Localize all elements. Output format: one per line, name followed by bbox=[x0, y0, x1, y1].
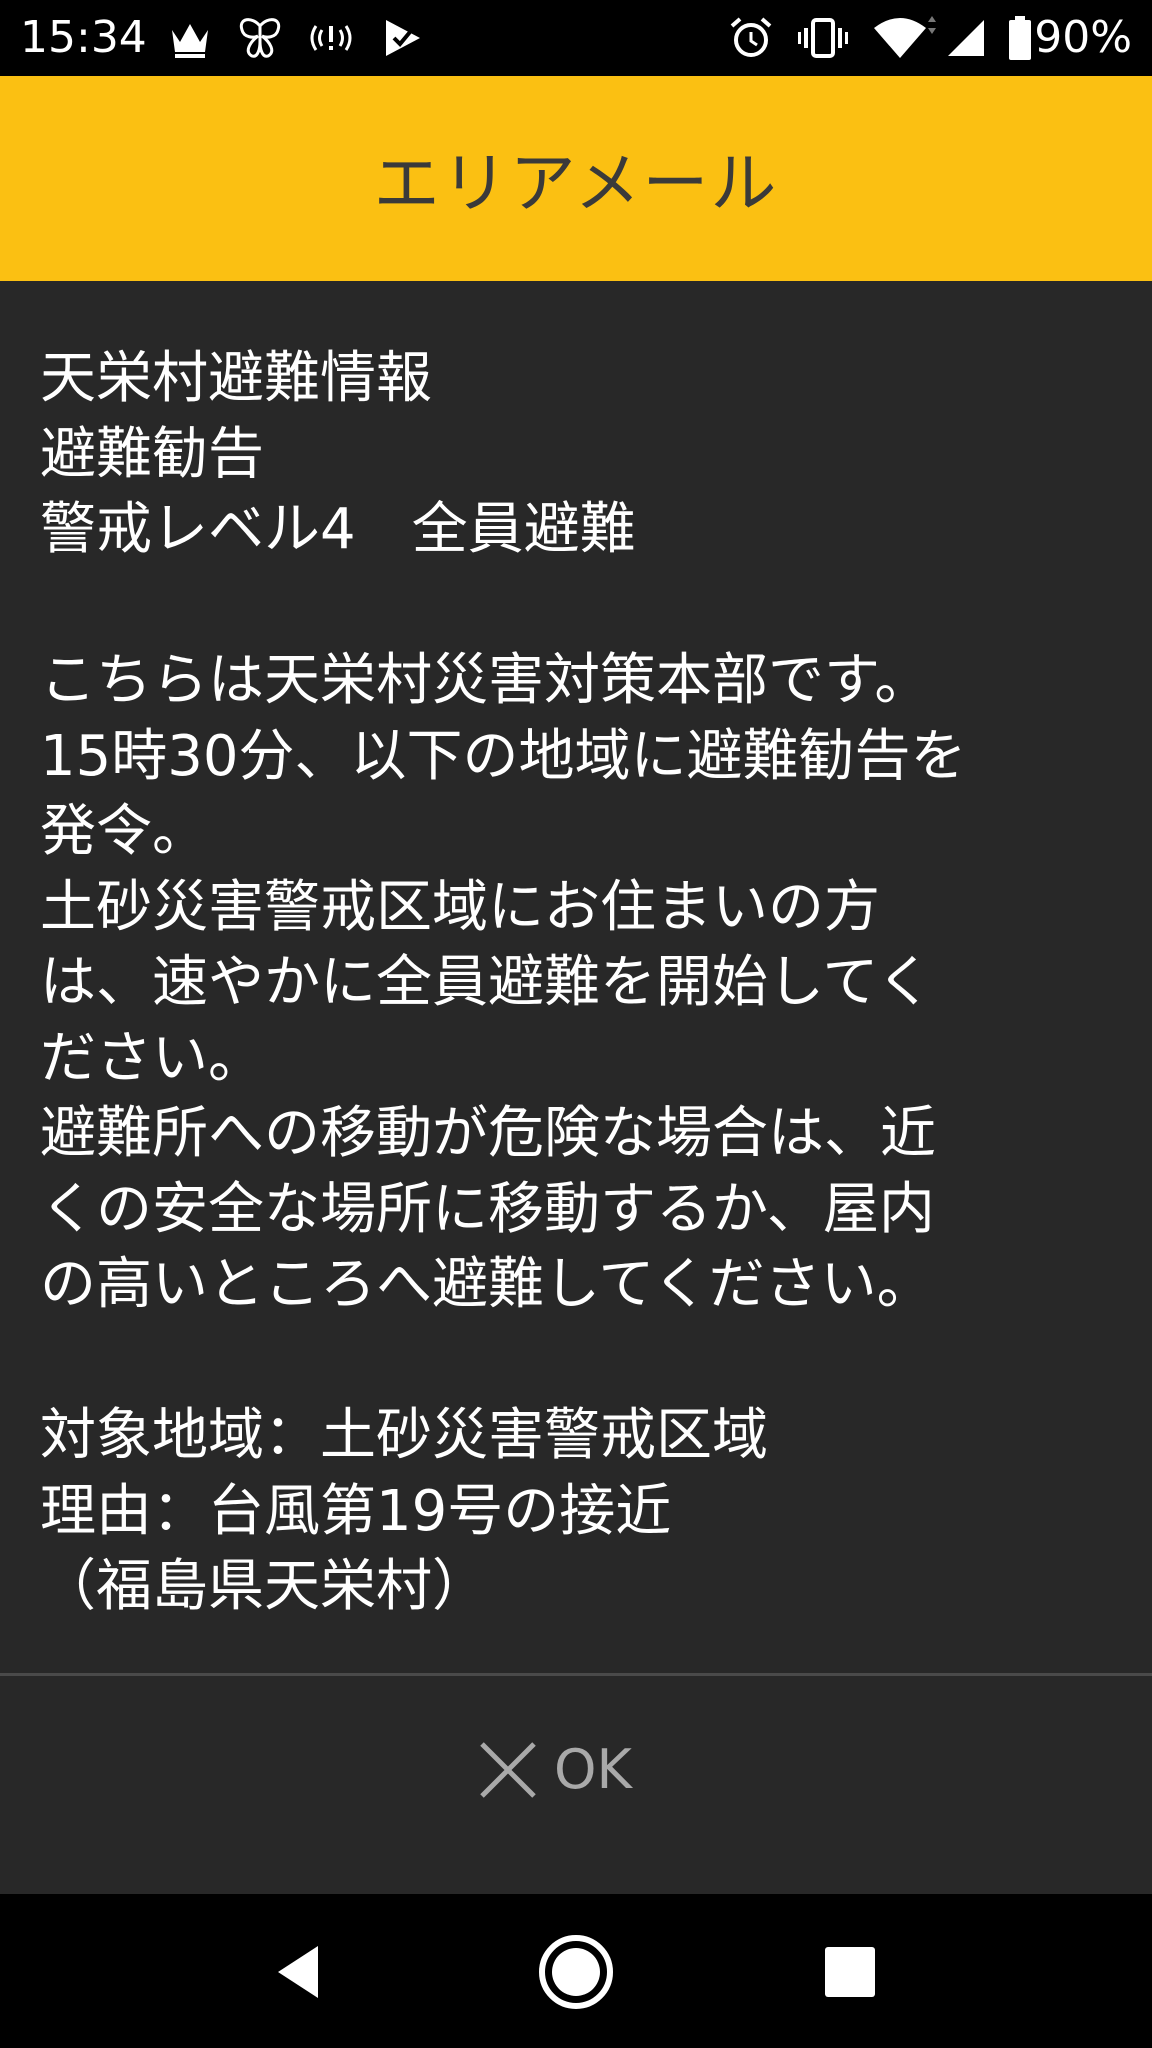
wifi-icon bbox=[874, 16, 936, 58]
title-bar: エリアメール bbox=[0, 76, 1152, 281]
battery-percent: 90% bbox=[1034, 12, 1132, 63]
home-icon bbox=[539, 1935, 613, 2009]
status-time: 15:34 bbox=[20, 12, 147, 63]
message-text: 天栄村避難情報 避難勧告 警戒レベル4 全員避難 こちらは天栄村災害対策本部です… bbox=[40, 346, 967, 1619]
crown-icon bbox=[172, 24, 208, 58]
recents-icon bbox=[825, 1947, 875, 1997]
alarm-icon bbox=[730, 17, 772, 57]
nav-bar bbox=[0, 1894, 1152, 2048]
dialog-title: エリアメール bbox=[373, 145, 779, 222]
ok-button[interactable]: OK bbox=[476, 1722, 696, 1818]
battery-icon bbox=[1009, 16, 1031, 60]
recents-button[interactable] bbox=[802, 1924, 898, 2020]
back-icon bbox=[278, 1946, 318, 1998]
home-button[interactable] bbox=[528, 1924, 624, 2020]
vibrate-alert-icon bbox=[310, 25, 352, 51]
ok-button-label: OK bbox=[554, 1738, 632, 1801]
button-area: OK bbox=[0, 1676, 1152, 1894]
close-x-icon bbox=[480, 1742, 536, 1798]
vibrate-icon bbox=[798, 18, 848, 58]
butterfly-icon bbox=[239, 18, 281, 58]
signal-icon bbox=[948, 20, 984, 56]
status-bar: 15:34 90% bbox=[0, 0, 1152, 76]
back-button[interactable] bbox=[252, 1924, 348, 2020]
message-body: 天栄村避難情報 避難勧告 警戒レベル4 全員避難 こちらは天栄村災害対策本部です… bbox=[0, 281, 1152, 1673]
play-check-icon bbox=[386, 20, 420, 56]
